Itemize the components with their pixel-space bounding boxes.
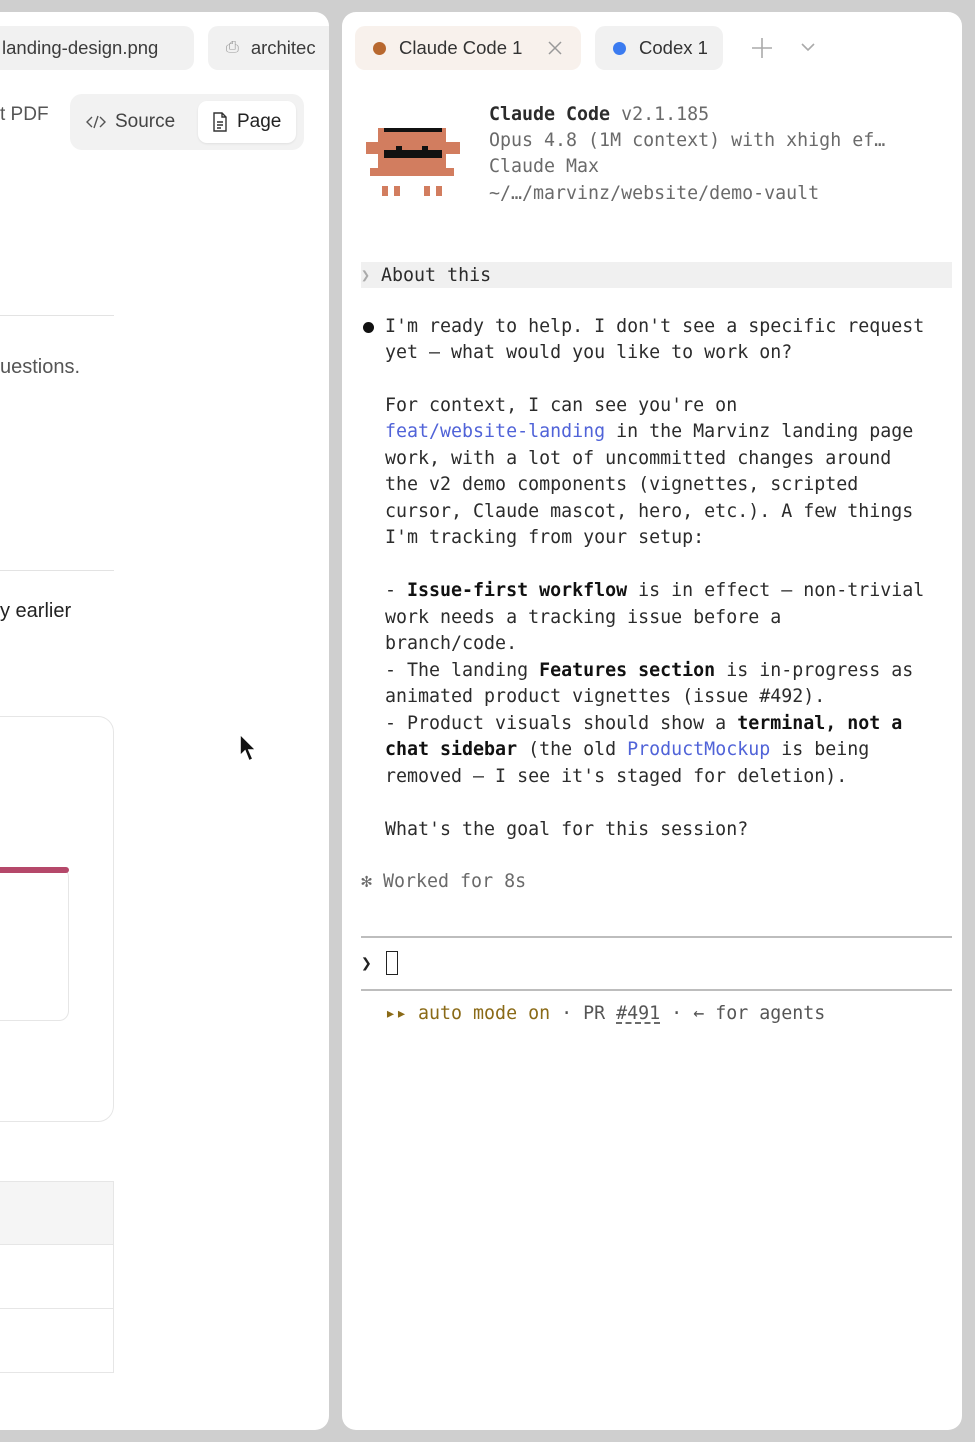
prompt-caret-icon: ❯ (361, 952, 372, 974)
about-this-collapsible[interactable]: ❯ About this (361, 262, 952, 288)
worked-duration: ✻ Worked for 8s (361, 871, 527, 892)
text-fragment: uestions. (0, 356, 81, 378)
tab-label: landing-design.png (2, 37, 159, 58)
document-preview-pane: landing-design.png ⎙ architec t PDF Sour… (0, 12, 329, 1430)
divider (0, 315, 114, 316)
message-line: For context, I can see you're on (385, 395, 738, 416)
tab-codex[interactable]: Codex 1 (595, 26, 723, 70)
model-line: Opus 4.8 (1M context) with xhigh ef… (489, 130, 886, 151)
new-tab-plus-icon[interactable] (751, 37, 773, 59)
message-line: I'm ready to help. I don't see a specifi… (385, 316, 925, 337)
message-line: the v2 demo components (vignettes, scrip… (385, 474, 859, 495)
status-dot-icon (613, 41, 626, 55)
page-view-button[interactable]: Page (198, 101, 296, 143)
session-title: Claude Code v2.1.185 (489, 102, 709, 128)
tab-architecture[interactable]: ⎙ architec (208, 26, 329, 70)
about-label: About this (381, 264, 492, 286)
table-row (0, 1245, 113, 1309)
message-line: branch/code. (385, 633, 518, 654)
tab-label: Codex 1 (639, 37, 708, 58)
table-row (0, 1309, 113, 1373)
message-bullet-icon (363, 322, 374, 333)
status-bar: ▸▸ auto mode on · PR #491 · ← for agents (385, 1003, 826, 1024)
list-item: - Product visuals should show a terminal… (385, 713, 903, 734)
message-line: chat sidebar (the old ProductMockup is b… (385, 739, 870, 760)
prompt-input[interactable]: ❯ (361, 951, 398, 975)
tab-landing-design[interactable]: landing-design.png (0, 26, 194, 70)
app-name: Claude Code (489, 104, 611, 125)
terminal-pane: Claude Code 1 Codex 1 Claude Code v2.1.1… (342, 12, 962, 1430)
page-label: Page (237, 111, 282, 132)
close-icon[interactable] (545, 38, 565, 58)
list-item: - The landing Features section is in-pro… (385, 660, 914, 681)
mouse-pointer-icon (239, 732, 258, 763)
file-icon: ⎙ (226, 39, 239, 56)
text-fragment: y earlier (0, 600, 72, 622)
claude-mascot-icon (366, 128, 460, 196)
branch-link[interactable]: feat/website-landing (385, 421, 605, 442)
message-line: feat/website-landing in the Marvinz land… (385, 421, 914, 442)
tab-claude-code[interactable]: Claude Code 1 (355, 26, 581, 70)
preview-table (0, 1181, 114, 1373)
message-line: work needs a tracking issue before a (385, 607, 782, 628)
message-line: removed — I see it's staged for deletion… (385, 766, 848, 787)
chevron-down-icon[interactable] (800, 41, 816, 53)
divider (0, 570, 114, 571)
document-icon (213, 112, 227, 132)
source-view-button[interactable]: Source (86, 101, 175, 143)
message-line: cursor, Claude mascot, hero, etc.). A fe… (385, 501, 914, 522)
message-line: work, with a lot of uncommitted changes … (385, 448, 892, 469)
message-line: What's the goal for this session? (385, 819, 749, 840)
table-header-row (0, 1182, 113, 1245)
message-line: animated product vignettes (issue #492). (385, 686, 826, 707)
pdf-label[interactable]: t PDF (0, 104, 49, 126)
window-edge (962, 0, 975, 1442)
input-bottom-divider (361, 989, 952, 991)
code-icon (86, 115, 106, 129)
text-cursor (385, 951, 398, 975)
pr-link[interactable]: #491 (616, 1003, 660, 1024)
path-line: ~/…/marvinz/website/demo-vault (489, 183, 820, 204)
input-top-divider (361, 936, 952, 938)
version: v2.1.185 (621, 104, 710, 125)
tab-label: Claude Code 1 (399, 37, 523, 58)
accent-bar (0, 867, 69, 873)
message-line: yet — what would you like to work on? (385, 342, 793, 363)
status-dot-icon (373, 41, 386, 55)
source-label: Source (115, 111, 176, 132)
list-item: - Issue-first workflow is in effect — no… (385, 580, 925, 601)
tab-label: architec (250, 37, 316, 58)
view-toggle: Source Page (70, 94, 304, 150)
plan-line: Claude Max (489, 156, 600, 177)
preview-inner-card (0, 867, 69, 1021)
auto-mode-indicator[interactable]: ▸▸ auto mode on (385, 1003, 550, 1024)
chevron-right-icon: ❯ (361, 266, 371, 284)
message-line: I'm tracking from your setup: (385, 527, 705, 548)
productmockup-link[interactable]: ProductMockup (627, 739, 770, 760)
